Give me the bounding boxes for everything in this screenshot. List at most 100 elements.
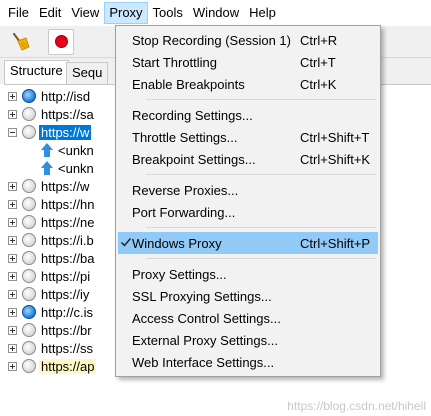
menu-item-port-forwarding[interactable]: Port Forwarding... <box>118 201 378 223</box>
menu-item-web-interface-settings[interactable]: Web Interface Settings... <box>118 351 378 373</box>
menu-separator <box>146 227 376 228</box>
expand-icon[interactable] <box>8 343 17 353</box>
menu-item-label: Enable Breakpoints <box>132 76 245 92</box>
menu-item-ssl-proxying-settings[interactable]: SSL Proxying Settings... <box>118 285 378 307</box>
host-label: https://sa <box>41 106 94 122</box>
lock-globe-icon <box>22 359 36 373</box>
tree-row[interactable]: https://sa <box>4 105 96 123</box>
tree-row[interactable]: https://ne <box>4 213 96 231</box>
tree-child-row[interactable]: <unkn <box>40 141 94 159</box>
menu-item-breakpoint-settings[interactable]: Breakpoint Settings... Ctrl+Shift+K <box>118 148 378 170</box>
lock-globe-icon <box>22 215 36 229</box>
menu-item-label: Stop Recording (Session 1) <box>132 32 291 48</box>
collapse-icon[interactable] <box>8 127 17 137</box>
menu-item-shortcut: Ctrl+Shift+P <box>300 235 371 251</box>
tree-row[interactable]: https://ba <box>4 249 96 267</box>
expand-icon[interactable] <box>8 289 17 299</box>
tree-row[interactable]: https://ap <box>4 357 97 375</box>
menu-tools[interactable]: Tools <box>148 2 188 24</box>
expand-icon[interactable] <box>8 217 17 227</box>
host-label: https://w <box>39 124 92 140</box>
menu-separator <box>146 258 376 259</box>
expand-icon[interactable] <box>8 91 17 101</box>
host-label: https://i.b <box>41 232 94 248</box>
menubar: File Edit View Proxy Tools Window Help <box>0 0 431 26</box>
menu-item-label: Breakpoint Settings... <box>132 151 256 167</box>
host-label: https://ba <box>41 250 95 266</box>
host-label: https://ne <box>41 214 95 230</box>
tree-row[interactable]: https://iy <box>4 285 91 303</box>
lock-globe-icon <box>22 233 36 247</box>
menu-item-enable-breakpoints[interactable]: Enable Breakpoints Ctrl+K <box>118 73 378 95</box>
host-label: https://ap <box>39 358 97 374</box>
record-button[interactable] <box>48 28 74 55</box>
menu-item-start-throttling[interactable]: Start Throttling Ctrl+T <box>118 51 378 73</box>
menu-item-label: Recording Settings... <box>132 107 253 123</box>
tab-sequence[interactable]: Sequ <box>66 62 109 84</box>
menu-item-access-control-settings[interactable]: Access Control Settings... <box>118 307 378 329</box>
tree-row[interactable]: https://w <box>4 123 92 141</box>
host-label: https://w <box>41 178 90 194</box>
menu-item-proxy-settings[interactable]: Proxy Settings... <box>118 263 378 285</box>
expand-icon[interactable] <box>8 325 17 335</box>
lock-globe-icon <box>22 269 36 283</box>
tab-structure[interactable]: Structure <box>4 60 69 84</box>
menu-file[interactable]: File <box>3 2 34 24</box>
menu-separator <box>146 99 376 100</box>
menu-item-recording-settings[interactable]: Recording Settings... <box>118 104 378 126</box>
menu-window[interactable]: Window <box>188 2 244 24</box>
menu-item-reverse-proxies[interactable]: Reverse Proxies... <box>118 179 378 201</box>
expand-icon[interactable] <box>8 235 17 245</box>
tree-row[interactable]: https://w <box>4 177 91 195</box>
menu-view[interactable]: View <box>66 2 104 24</box>
menu-item-label: Proxy Settings... <box>132 266 227 282</box>
clear-session-button[interactable] <box>8 29 34 55</box>
expand-icon[interactable] <box>8 271 17 281</box>
menu-proxy[interactable]: Proxy <box>104 2 148 24</box>
host-label: https://ss <box>41 340 94 356</box>
expand-icon[interactable] <box>8 307 17 317</box>
tree-child-row[interactable]: <unkn <box>40 159 94 177</box>
expand-icon[interactable] <box>8 109 17 119</box>
expand-icon[interactable] <box>8 181 17 191</box>
menu-item-shortcut: Ctrl+R <box>300 32 338 48</box>
globe-icon <box>22 305 36 319</box>
tree-row[interactable]: http://isd <box>4 87 92 105</box>
menu-item-label: Reverse Proxies... <box>132 182 239 198</box>
tree-row[interactable]: https://pi <box>4 267 92 285</box>
tree-row[interactable]: https://ss <box>4 339 95 357</box>
menu-item-label: Access Control Settings... <box>132 310 281 326</box>
menu-item-throttle-settings[interactable]: Throttle Settings... Ctrl+Shift+T <box>118 126 378 148</box>
menu-item-windows-proxy[interactable]: Windows Proxy Ctrl+Shift+P <box>118 232 378 254</box>
record-icon <box>54 35 68 48</box>
lock-globe-icon <box>22 125 36 139</box>
menu-item-shortcut: Ctrl+K <box>300 76 337 92</box>
menu-item-stop-recording[interactable]: Stop Recording (Session 1) Ctrl+R <box>118 29 378 51</box>
menu-item-label: Throttle Settings... <box>132 129 238 145</box>
expand-icon[interactable] <box>8 253 17 263</box>
menu-item-label: Web Interface Settings... <box>132 354 275 370</box>
menu-item-shortcut: Ctrl+T <box>300 54 336 70</box>
lock-globe-icon <box>22 197 36 211</box>
tree-row[interactable]: https://i.b <box>4 231 96 249</box>
menu-item-external-proxy-settings[interactable]: External Proxy Settings... <box>118 329 378 351</box>
menu-item-label: Port Forwarding... <box>132 204 236 220</box>
child-label: <unkn <box>58 142 94 158</box>
menu-help[interactable]: Help <box>244 2 281 24</box>
menu-item-shortcut: Ctrl+Shift+K <box>300 151 371 167</box>
expand-icon[interactable] <box>8 361 17 371</box>
tree-row[interactable]: https://br <box>4 321 94 339</box>
menu-item-shortcut: Ctrl+Shift+T <box>300 129 370 145</box>
watermark: https://blog.csdn.net/hihell <box>287 399 426 413</box>
checkmark-icon <box>121 238 132 247</box>
lock-globe-icon <box>22 251 36 265</box>
host-label: https://br <box>41 322 92 338</box>
proxy-menu: Stop Recording (Session 1) Ctrl+R Start … <box>115 25 381 377</box>
menu-edit[interactable]: Edit <box>34 2 66 24</box>
tree-row[interactable]: https://hn <box>4 195 96 213</box>
lock-globe-icon <box>22 323 36 337</box>
child-label: <unkn <box>58 160 94 176</box>
expand-icon[interactable] <box>8 199 17 209</box>
tree-row[interactable]: http://c.is <box>4 303 95 321</box>
host-label: https://hn <box>41 196 95 212</box>
